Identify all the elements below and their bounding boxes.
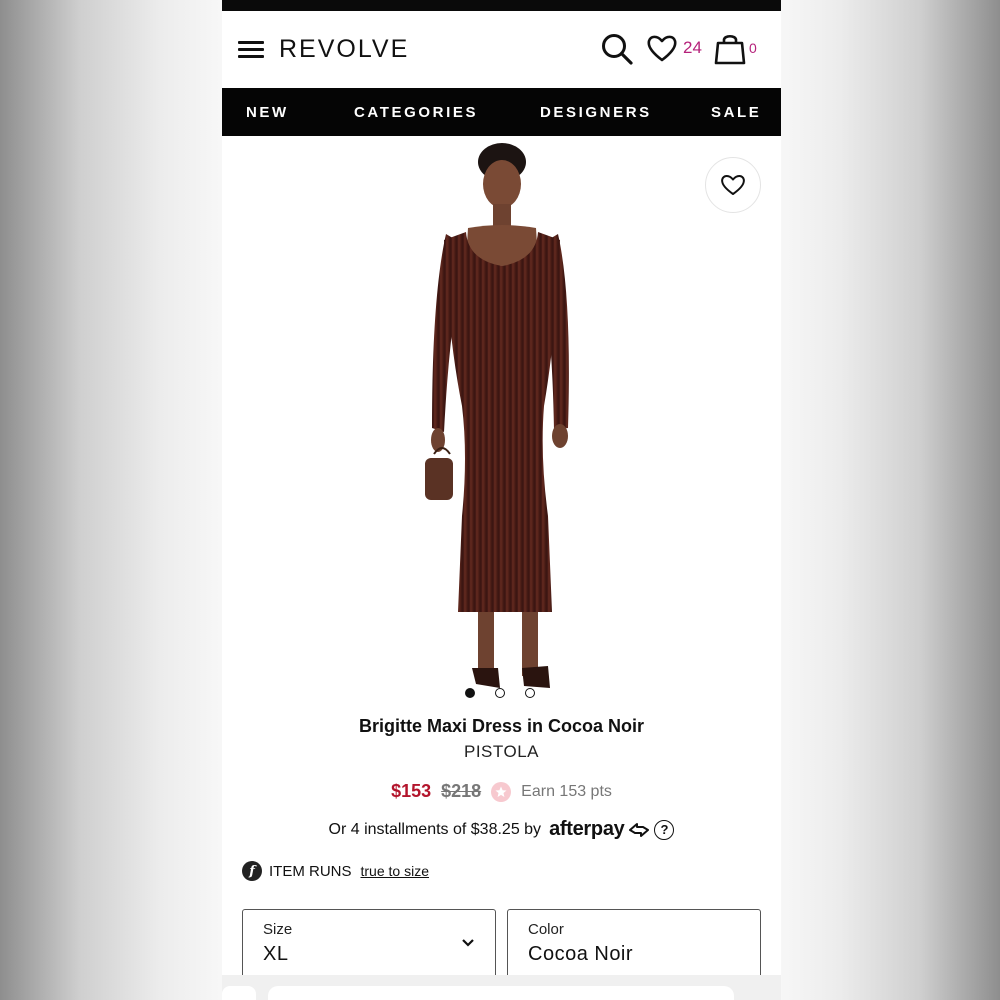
shopping-bag-icon[interactable]	[714, 31, 746, 65]
color-select-label: Color	[528, 921, 564, 938]
afterpay-logo: afterpay	[549, 818, 625, 840]
carousel-dot-3[interactable]	[525, 688, 535, 698]
bottom-bar	[222, 975, 781, 1000]
size-select-value: XL	[263, 943, 289, 965]
revolve-logo[interactable]: REVOLVE	[279, 35, 409, 64]
add-to-wishlist-button[interactable]	[705, 157, 761, 213]
sale-price: $153	[391, 781, 432, 801]
wishlist-heart-icon[interactable]	[646, 33, 678, 63]
product-brand[interactable]: PISTOLA	[222, 742, 781, 762]
site-header: REVOLVE 24 0	[222, 11, 781, 88]
status-bar	[222, 0, 781, 11]
fit-row: f ITEM RUNS true to size	[242, 861, 429, 881]
carousel-dot-2[interactable]	[495, 688, 505, 698]
chevron-down-icon	[462, 939, 474, 947]
installments-text: Or 4 installments of $38.25 by	[328, 820, 542, 838]
phone-screen: REVOLVE 24 0 NEW CATEGORIES DESIGNERS SA…	[222, 0, 781, 1000]
nav-new[interactable]: NEW	[246, 104, 289, 121]
installments-row: Or 4 installments of $38.25 by afterpay …	[222, 818, 781, 841]
bottom-tab-left[interactable]	[222, 986, 256, 1000]
hamburger-menu-icon[interactable]	[238, 41, 264, 59]
size-select-label: Size	[263, 921, 293, 938]
original-price: $218	[441, 781, 482, 801]
nav-categories[interactable]: CATEGORIES	[354, 104, 478, 121]
main-nav: NEW CATEGORIES DESIGNERS SALE	[222, 88, 781, 136]
product-title: Brigitte Maxi Dress in Cocoa Noir	[358, 716, 645, 736]
price-row: $153 $218 Earn 153 pts	[222, 781, 781, 802]
wishlist-count: 24	[683, 38, 702, 57]
color-select-value: Cocoa Noir	[528, 943, 634, 965]
nav-sale[interactable]: SALE	[711, 104, 761, 121]
bottom-tab-main[interactable]	[268, 986, 734, 1000]
afterpay-arrows-icon	[629, 822, 650, 837]
fit-link[interactable]: true to size	[361, 863, 429, 879]
nav-designers[interactable]: DESIGNERS	[540, 104, 652, 121]
earn-points: Earn 153 pts	[521, 782, 612, 800]
carousel-dots	[465, 688, 535, 698]
afterpay-help-icon[interactable]: ?	[654, 819, 675, 840]
search-icon[interactable]	[600, 32, 634, 66]
model-photo	[425, 143, 569, 688]
heart-outline-icon	[721, 174, 745, 195]
fit-info-icon: f	[242, 861, 262, 881]
bag-count: 0	[749, 40, 757, 56]
product-image[interactable]	[222, 136, 781, 708]
carousel-dot-1[interactable]	[465, 688, 475, 698]
fit-label: ITEM RUNS	[269, 862, 352, 880]
rewards-star-icon	[491, 781, 512, 802]
